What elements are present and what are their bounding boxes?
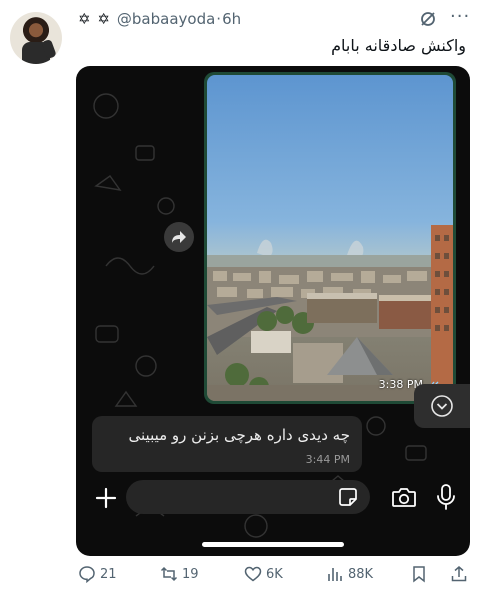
city-photo: 3:38 PM bbox=[207, 75, 453, 401]
views-count: 88K bbox=[348, 566, 374, 582]
reply-icon bbox=[79, 566, 95, 583]
grok-icon[interactable] bbox=[418, 9, 438, 29]
text-message-bubble[interactable]: چه دیدی داره هرچی بزنن رو میبینی 3:44 PM bbox=[92, 416, 362, 472]
photo-message[interactable]: 3:38 PM bbox=[204, 72, 456, 404]
forward-button[interactable] bbox=[164, 222, 194, 252]
retweet-icon bbox=[160, 566, 178, 582]
author-name[interactable]: ✡ ✡ bbox=[78, 10, 111, 28]
media-screenshot[interactable]: 3:38 PM چه دیدی داره هرچی بزنن رو میبینی… bbox=[76, 66, 470, 556]
reply-count: 21 bbox=[100, 566, 117, 582]
like-count: 6K bbox=[266, 566, 283, 582]
views-button[interactable]: 88K bbox=[326, 565, 373, 583]
bookmark-icon bbox=[413, 566, 425, 583]
bookmark-button[interactable] bbox=[410, 565, 428, 583]
mic-icon[interactable] bbox=[436, 483, 456, 511]
scroll-down-button[interactable] bbox=[414, 384, 470, 428]
home-indicator bbox=[202, 542, 344, 547]
engagement-bar: 21 19 6K 88K bbox=[0, 565, 478, 591]
retweet-count: 19 bbox=[182, 566, 199, 582]
plus-icon[interactable] bbox=[92, 484, 120, 512]
retweet-button[interactable]: 19 bbox=[160, 565, 199, 583]
avatar[interactable] bbox=[10, 12, 62, 64]
message-input[interactable] bbox=[126, 480, 370, 514]
separator: · bbox=[216, 10, 222, 28]
message-timestamp: 3:44 PM bbox=[305, 453, 350, 466]
share-icon bbox=[451, 566, 467, 582]
message-text: چه دیدی داره هرچی بزنن رو میبینی bbox=[128, 426, 350, 444]
like-icon bbox=[244, 566, 262, 582]
author-handle[interactable]: @babaayoda bbox=[117, 10, 215, 28]
forward-icon bbox=[172, 231, 186, 243]
tweet-time[interactable]: 6h bbox=[222, 10, 241, 28]
camera-icon[interactable] bbox=[391, 486, 417, 508]
scroll-down-icon bbox=[431, 395, 453, 417]
more-icon[interactable]: ··· bbox=[450, 6, 470, 27]
like-button[interactable]: 6K bbox=[244, 565, 283, 583]
tweet-header: ✡ ✡ @babaayoda · 6h bbox=[78, 10, 241, 28]
views-icon bbox=[328, 568, 342, 581]
share-button[interactable] bbox=[450, 565, 468, 583]
reply-button[interactable]: 21 bbox=[78, 565, 117, 583]
sticker-icon[interactable] bbox=[338, 487, 358, 507]
tweet-text: واکنش صادقانه بابام bbox=[331, 36, 466, 55]
